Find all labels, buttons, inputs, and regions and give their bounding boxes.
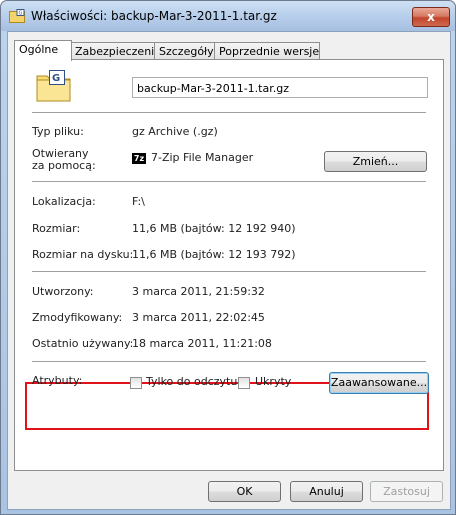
svg-text:G: G bbox=[19, 11, 23, 17]
size-on-disk-label: Rozmiar na dysku: bbox=[32, 248, 134, 261]
file-type-label: Typ pliku: bbox=[32, 125, 84, 138]
readonly-checkbox[interactable] bbox=[130, 377, 142, 389]
tab-details[interactable]: Szczegóły bbox=[154, 42, 222, 60]
change-button[interactable]: Zmień... bbox=[324, 151, 427, 172]
opens-with-app: 7-Zip File Manager bbox=[151, 151, 254, 164]
readonly-label[interactable]: Tylko do odczytu bbox=[146, 375, 237, 388]
properties-window: G Właściwości: backup-Mar-3-2011-1.tar.g… bbox=[0, 0, 456, 515]
tab-previous-versions[interactable]: Poprzednie wersje bbox=[214, 42, 320, 60]
opens-with-label-cont: za pomocą: bbox=[32, 159, 96, 172]
tab-security[interactable]: Zabezpieczenia bbox=[70, 42, 164, 60]
hidden-checkbox[interactable] bbox=[238, 377, 250, 389]
tab-general[interactable]: Ogólne bbox=[14, 40, 72, 61]
modified-label: Zmodyfikowany: bbox=[32, 311, 123, 324]
file-name-field[interactable]: backup-Mar-3-2011-1.tar.gz bbox=[132, 77, 428, 98]
accessed-label: Ostatnio używany: bbox=[32, 337, 134, 350]
ok-button[interactable]: OK bbox=[208, 481, 281, 502]
title-bar[interactable]: G Właściwości: backup-Mar-3-2011-1.tar.g… bbox=[1, 1, 455, 31]
hidden-label[interactable]: Ukryty bbox=[255, 375, 291, 388]
file-icon-small: G bbox=[9, 9, 25, 23]
dialog-body: Ogólne Zabezpieczenia Szczegóły Poprzedn… bbox=[7, 31, 451, 510]
attributes-label: Atrybuty: bbox=[32, 374, 83, 387]
separator bbox=[32, 271, 426, 272]
size-on-disk-value: 11,6 MB (bajtów: 12 193 792) bbox=[132, 248, 296, 261]
separator bbox=[32, 361, 426, 362]
separator bbox=[32, 181, 426, 182]
size-label: Rozmiar: bbox=[32, 222, 81, 235]
file-type-value: gz Archive (.gz) bbox=[132, 125, 218, 138]
accessed-value: 18 marca 2011, 11:21:08 bbox=[132, 337, 272, 350]
advanced-button[interactable]: Zaawansowane... bbox=[329, 372, 429, 394]
size-value: 11,6 MB (bajtów: 12 192 940) bbox=[132, 222, 296, 235]
modified-value: 3 marca 2011, 22:02:45 bbox=[132, 311, 265, 324]
svg-text:G: G bbox=[52, 73, 60, 84]
opens-with-value: 7z 7-Zip File Manager bbox=[132, 151, 253, 164]
general-panel: G backup-Mar-3-2011-1.tar.gz Typ pliku: … bbox=[14, 59, 444, 471]
created-value: 3 marca 2011, 21:59:32 bbox=[132, 285, 265, 298]
location-label: Lokalizacja: bbox=[32, 195, 96, 208]
created-label: Utworzony: bbox=[32, 285, 94, 298]
separator bbox=[32, 112, 426, 113]
close-button[interactable]: x bbox=[412, 7, 450, 27]
archive-file-icon: G bbox=[35, 70, 73, 102]
window-title: Właściwości: backup-Mar-3-2011-1.tar.gz bbox=[31, 9, 277, 23]
cancel-button[interactable]: Anuluj bbox=[290, 481, 363, 502]
sevenzip-icon: 7z bbox=[132, 152, 146, 164]
location-value: F:\ bbox=[132, 195, 145, 208]
apply-button[interactable]: Zastosuj bbox=[370, 481, 443, 502]
